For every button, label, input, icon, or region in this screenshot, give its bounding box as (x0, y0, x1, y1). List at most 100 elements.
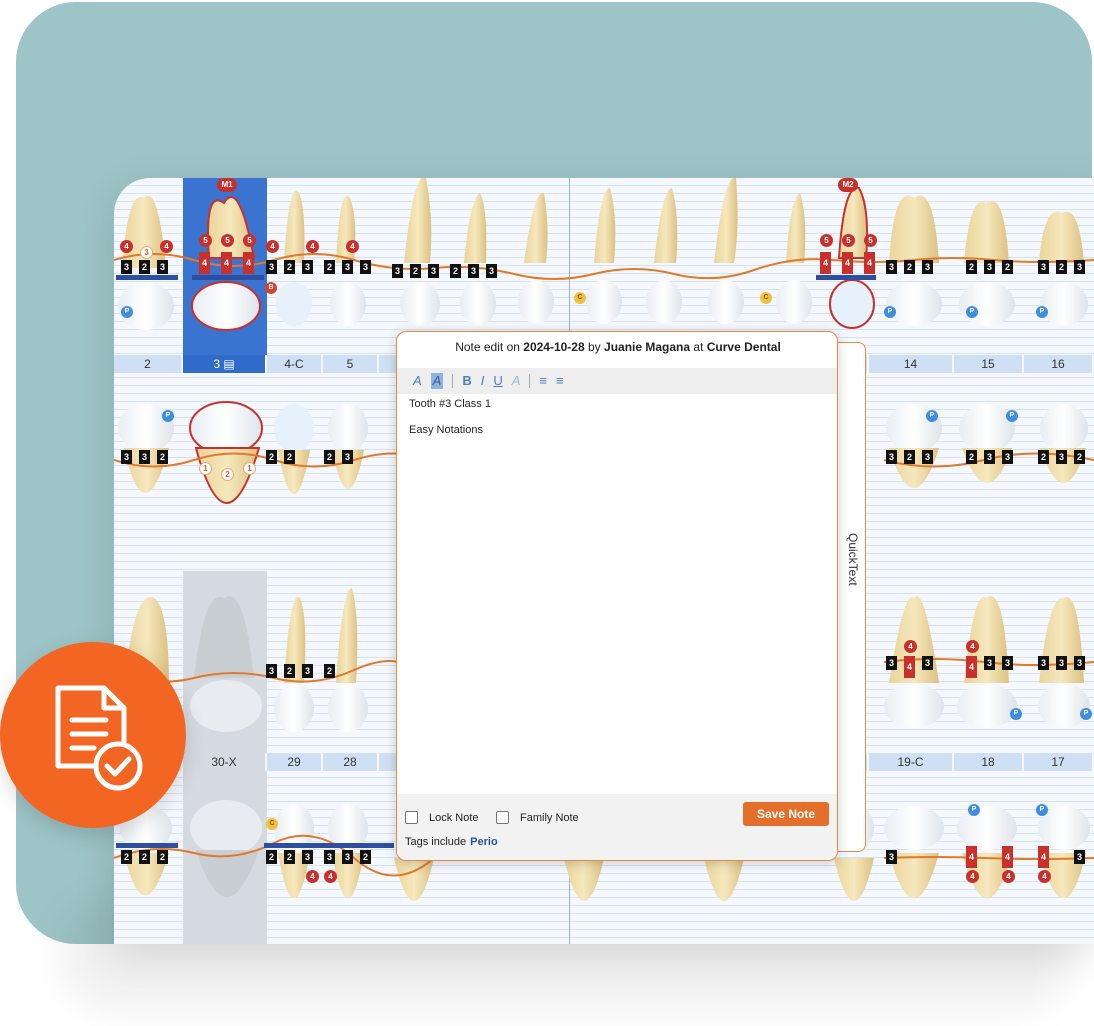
pocket-depth[interactable]: 3 (1056, 656, 1067, 670)
pocket-depth[interactable]: 3 (984, 450, 995, 464)
recession-value[interactable]: 1 (243, 462, 256, 475)
pocket-depth[interactable]: 3 (342, 260, 353, 274)
plaque-icon[interactable]: P (926, 410, 938, 422)
family-note-checkbox[interactable] (496, 811, 509, 824)
pocket-depth[interactable]: 4 (1038, 846, 1049, 868)
pocket-depth[interactable]: 3 (1038, 656, 1049, 670)
pocket-depth[interactable]: 2 (450, 264, 461, 278)
plaque-icon[interactable]: P (1006, 410, 1018, 422)
recession-value[interactable]: 5 (243, 234, 256, 247)
pocket-depth[interactable]: 3 (1002, 656, 1013, 670)
plaque-icon[interactable]: P (121, 306, 133, 318)
recession-value[interactable]: 4 (306, 870, 319, 883)
recession-value[interactable]: 4 (266, 240, 279, 253)
pocket-depth[interactable]: 2 (157, 850, 168, 864)
pocket-depth[interactable]: 3 (1056, 450, 1067, 464)
recession-value[interactable]: 1 (199, 462, 212, 475)
calculus-icon[interactable]: C (760, 292, 772, 304)
pocket-depth[interactable]: 2 (284, 260, 295, 274)
recession-value[interactable]: 4 (904, 640, 917, 653)
font-color-icon[interactable]: A (413, 373, 422, 389)
pocket-depth[interactable]: 2 (284, 450, 295, 464)
pocket-depth[interactable]: 2 (324, 260, 335, 274)
plaque-icon[interactable]: P (884, 306, 896, 318)
pocket-depth[interactable]: 3 (886, 260, 897, 274)
pocket-depth[interactable]: 3 (886, 450, 897, 464)
pocket-depth[interactable]: 3 (392, 264, 403, 278)
recession-value[interactable]: 4 (1002, 870, 1015, 883)
pocket-depth[interactable]: 2 (121, 850, 132, 864)
pocket-depth[interactable]: 4 (966, 846, 977, 868)
plaque-icon[interactable]: P (1036, 306, 1048, 318)
recession-value[interactable]: 4 (160, 240, 173, 253)
pocket-depth[interactable]: 4 (199, 252, 210, 274)
note-editor[interactable]: Tooth #3 Class 1 Easy Notations (409, 398, 829, 778)
pocket-depth[interactable]: 2 (324, 664, 335, 678)
pocket-depth[interactable]: 3 (342, 850, 353, 864)
recession-value[interactable]: 5 (842, 234, 855, 247)
pocket-depth[interactable]: 3 (1074, 260, 1085, 274)
bold-icon[interactable]: B (462, 373, 471, 389)
plaque-icon[interactable]: P (1080, 708, 1092, 720)
pocket-depth[interactable]: 4 (243, 252, 254, 274)
pocket-depth[interactable]: 3 (302, 260, 313, 274)
pocket-depth[interactable]: 3 (886, 850, 897, 864)
calculus-icon[interactable]: C (574, 292, 586, 304)
bleeding-icon[interactable]: B (265, 282, 277, 294)
calculus-icon[interactable]: C (266, 818, 278, 830)
pocket-depth[interactable]: 4 (820, 252, 831, 274)
pocket-depth[interactable]: 3 (984, 656, 995, 670)
pocket-depth[interactable]: 4 (904, 656, 915, 678)
lock-note-checkbox[interactable] (405, 811, 418, 824)
pocket-depth[interactable]: 2 (410, 264, 421, 278)
recession-value[interactable]: 4 (120, 240, 133, 253)
pocket-depth[interactable]: 3 (1074, 656, 1085, 670)
pocket-depth[interactable]: 3 (886, 656, 897, 670)
tag-perio[interactable]: Perio (470, 836, 498, 848)
pocket-depth[interactable]: 3 (468, 264, 479, 278)
pocket-depth[interactable]: 2 (1074, 450, 1085, 464)
save-note-button[interactable]: Save Note (743, 802, 829, 826)
pocket-depth[interactable]: 2 (904, 450, 915, 464)
pocket-depth[interactable]: 2 (284, 664, 295, 678)
mobility-label-m1[interactable]: M1 (217, 178, 237, 192)
pocket-depth[interactable]: 3 (1074, 850, 1085, 864)
numbered-list-icon[interactable]: ≡ (539, 373, 547, 389)
pocket-depth[interactable]: 3 (302, 850, 313, 864)
pocket-depth[interactable]: 2 (266, 450, 277, 464)
recession-value[interactable]: 4 (1038, 870, 1051, 883)
recession-value[interactable]: 4 (346, 240, 359, 253)
recession-value[interactable]: 4 (324, 870, 337, 883)
pocket-depth[interactable]: 2 (139, 850, 150, 864)
pocket-depth[interactable]: 3 (121, 450, 132, 464)
recession-value[interactable]: 4 (966, 870, 979, 883)
pocket-depth[interactable]: 4 (221, 252, 232, 274)
pocket-depth[interactable]: 2 (266, 850, 277, 864)
clear-format-icon[interactable]: A (512, 373, 521, 389)
pocket-depth[interactable]: 2 (1038, 450, 1049, 464)
pocket-depth[interactable]: 2 (284, 850, 295, 864)
pocket-depth[interactable]: 3 (486, 264, 497, 278)
mobility-label-m2[interactable]: M2 (838, 178, 858, 192)
pocket-depth[interactable]: 2 (966, 260, 977, 274)
highlight-icon[interactable]: A (430, 373, 444, 389)
pocket-depth[interactable]: 3 (121, 260, 132, 274)
pocket-depth[interactable]: 3 (302, 664, 313, 678)
pocket-depth[interactable]: 3 (428, 264, 439, 278)
plaque-icon[interactable]: P (1036, 804, 1048, 816)
pocket-depth[interactable]: 2 (904, 260, 915, 274)
recession-value[interactable]: 5 (864, 234, 877, 247)
recession-value[interactable]: 2 (221, 468, 234, 481)
pocket-depth[interactable]: 2 (324, 450, 335, 464)
pocket-depth[interactable]: 2 (1056, 260, 1067, 274)
plaque-icon[interactable]: P (968, 804, 980, 816)
pocket-depth[interactable]: 3 (1038, 260, 1049, 274)
pocket-depth[interactable]: 2 (139, 260, 150, 274)
quicktext-tab[interactable]: QuickText (838, 342, 866, 852)
pocket-depth[interactable]: 4 (842, 252, 853, 274)
pocket-depth[interactable]: 3 (157, 260, 168, 274)
pocket-depth[interactable]: 4 (966, 656, 977, 678)
pocket-depth[interactable]: 3 (922, 450, 933, 464)
underline-icon[interactable]: U (493, 373, 502, 389)
recession-value[interactable]: 4 (306, 240, 319, 253)
